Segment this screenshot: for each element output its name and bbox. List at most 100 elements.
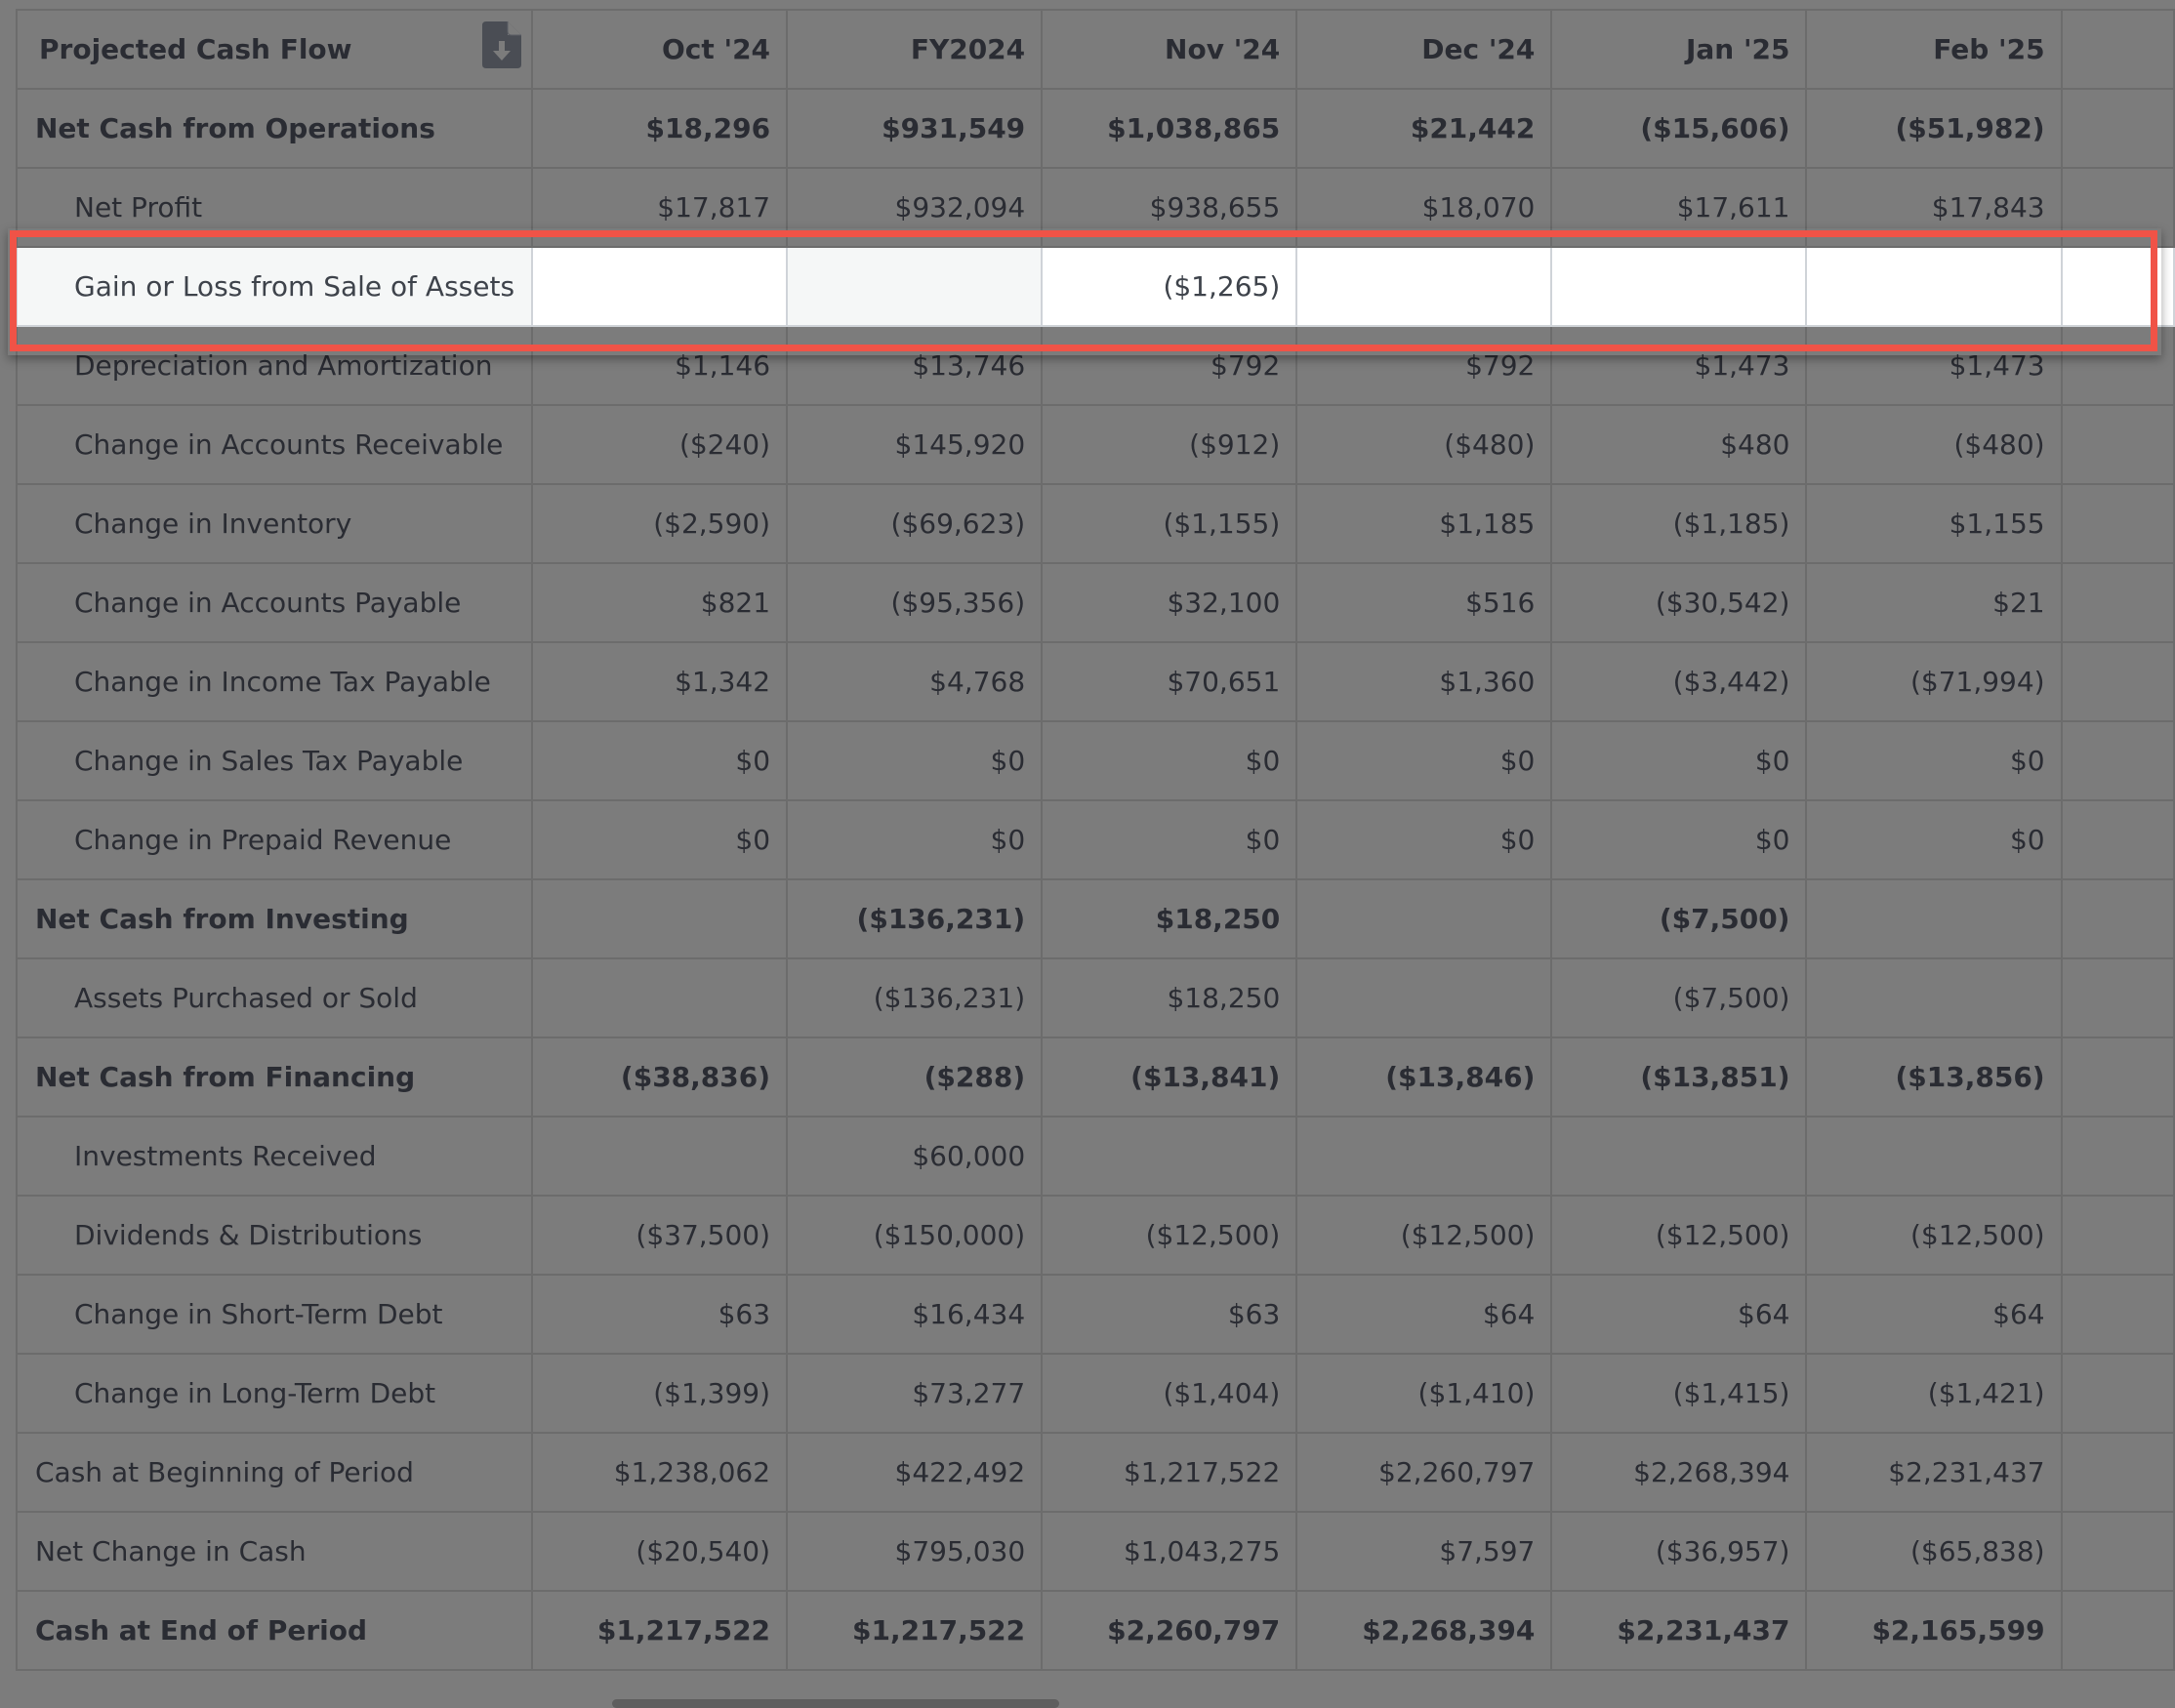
value-cell — [1550, 1116, 1808, 1197]
value-cell: $2,260,797 — [1041, 1590, 1298, 1671]
table-row[interactable]: Depreciation and Amortization $1,146 $13,7… — [16, 325, 2175, 406]
value-cell: ($65,838) — [1805, 1511, 2063, 1592]
value-cell: ($3,442) — [1550, 641, 1808, 722]
value-cell: $1,217,522 — [530, 1590, 789, 1671]
value-cell: ($13,856) — [1805, 1037, 2063, 1118]
table-row[interactable]: Cash at End of Period $1,217,522 $1,217,52… — [16, 1590, 2175, 1671]
value-cell: $821 — [530, 562, 789, 643]
row-label: Assets Purchased or Sold — [16, 957, 533, 1038]
value-cell: $2,165,599 — [1805, 1590, 2063, 1671]
overflow-cell — [2060, 1590, 2175, 1671]
table-row[interactable]: Dividends & Distributions ($37,500) ($150,… — [16, 1195, 2175, 1276]
value-cell: ($36,957) — [1550, 1511, 1808, 1592]
value-cell — [1295, 878, 1553, 959]
value-cell[interactable]: ($1,265) — [1041, 246, 1298, 327]
value-cell: $13,746 — [786, 325, 1044, 406]
value-cell: $21 — [1805, 562, 2063, 643]
table-row[interactable]: Change in Inventory ($2,590) ($69,623) ($1,… — [16, 483, 2175, 564]
table-row[interactable]: Net Profit $17,817 $932,094 $938,655 $18,070… — [16, 167, 2175, 248]
row-label: Cash at Beginning of Period — [16, 1432, 533, 1513]
row-label: Change in Long-Term Debt — [16, 1353, 533, 1434]
overflow-cell — [2060, 1195, 2175, 1276]
value-cell: $931,549 — [786, 88, 1044, 169]
table-row[interactable]: Net Cash from Operations $18,296 $931,549 $… — [16, 88, 2175, 169]
value-cell — [530, 957, 789, 1038]
value-cell: ($13,846) — [1295, 1037, 1553, 1118]
row-label: Change in Income Tax Payable — [16, 641, 533, 722]
table-row[interactable]: Net Change in Cash ($20,540) $795,030 $1,04… — [16, 1511, 2175, 1592]
row-label: Change in Accounts Receivable — [16, 404, 533, 485]
projected-cash-flow-table: Projected Cash Flow Oct '24 FY2024 Nov '… — [16, 9, 2175, 1671]
value-cell: $1,155 — [1805, 483, 2063, 564]
value-cell: $0 — [1041, 799, 1298, 880]
value-cell: ($13,851) — [1550, 1037, 1808, 1118]
value-cell: $18,250 — [1041, 957, 1298, 1038]
file-download-icon[interactable] — [481, 21, 521, 68]
value-cell: ($1,410) — [1295, 1353, 1553, 1434]
table-row[interactable]: Cash at Beginning of Period $1,238,062 $42… — [16, 1432, 2175, 1513]
value-cell: $2,231,437 — [1805, 1432, 2063, 1513]
value-cell: $1,342 — [530, 641, 789, 722]
table-row[interactable]: Change in Income Tax Payable $1,342 $4,768… — [16, 641, 2175, 722]
column-header[interactable]: FY2024 — [786, 9, 1044, 90]
column-header[interactable]: Oct '24 — [530, 9, 789, 90]
value-cell: $64 — [1295, 1274, 1553, 1355]
value-cell: ($136,231) — [786, 878, 1044, 959]
table-row[interactable]: Assets Purchased or Sold ($136,231) $18,25… — [16, 957, 2175, 1038]
column-header[interactable]: Feb '25 — [1805, 9, 2063, 90]
value-cell: ($69,623) — [786, 483, 1044, 564]
value-cell: $516 — [1295, 562, 1553, 643]
overflow-cell — [2060, 483, 2175, 564]
value-cell: ($71,994) — [1805, 641, 2063, 722]
overflow-cell — [2060, 641, 2175, 722]
value-cell: ($30,542) — [1550, 562, 1808, 643]
value-cell: ($12,500) — [1041, 1195, 1298, 1276]
row-label: Net Cash from Investing — [16, 878, 533, 959]
table-row[interactable]: Net Cash from Financing ($38,836) ($288) ($… — [16, 1037, 2175, 1118]
value-cell[interactable] — [1550, 246, 1808, 327]
value-cell: $792 — [1295, 325, 1553, 406]
table-row[interactable]: Change in Accounts Payable $821 ($95,356) $… — [16, 562, 2175, 643]
value-cell: $7,597 — [1295, 1511, 1553, 1592]
column-header[interactable]: Nov '24 — [1041, 9, 1298, 90]
value-cell: ($20,540) — [530, 1511, 789, 1592]
overflow-cell — [2060, 1037, 2175, 1118]
table-row[interactable]: Change in Sales Tax Payable $0 $0 $0 $0 $0 $0 — [16, 720, 2175, 801]
table-row[interactable]: Change in Accounts Receivable ($240) $145,… — [16, 404, 2175, 485]
value-cell: $0 — [530, 720, 789, 801]
table-row[interactable]: Net Cash from Investing ($136,231) $18,250… — [16, 878, 2175, 959]
value-cell: $17,611 — [1550, 167, 1808, 248]
table-row[interactable]: Change in Prepaid Revenue $0 $0 $0 $0 $0 $0 — [16, 799, 2175, 880]
value-cell: $0 — [1041, 720, 1298, 801]
overflow-cell — [2060, 562, 2175, 643]
value-cell: ($480) — [1805, 404, 2063, 485]
value-cell: $0 — [530, 799, 789, 880]
table-row-highlighted[interactable]: Gain or Loss from Sale of Assets ($1,265) — [16, 246, 2175, 327]
table-row[interactable]: Change in Long-Term Debt ($1,399) $73,277(… — [16, 1353, 2175, 1434]
value-cell: $63 — [1041, 1274, 1298, 1355]
value-cell[interactable] — [1295, 246, 1553, 327]
table-row[interactable]: Change in Short-Term Debt $63 $16,434 $63 $6… — [16, 1274, 2175, 1355]
value-cell[interactable] — [1805, 246, 2063, 327]
horizontal-scrollbar[interactable] — [612, 1699, 1059, 1708]
overflow-cell — [2060, 1116, 2175, 1197]
value-cell: $32,100 — [1041, 562, 1298, 643]
value-cell: ($1,155) — [1041, 483, 1298, 564]
row-label: Net Profit — [16, 167, 533, 248]
column-header[interactable]: Dec '24 — [1295, 9, 1553, 90]
value-cell[interactable] — [530, 246, 789, 327]
value-cell[interactable] — [786, 246, 1044, 327]
value-cell — [1295, 957, 1553, 1038]
value-cell: $70,651 — [1041, 641, 1298, 722]
value-cell — [1805, 878, 2063, 959]
value-cell: $0 — [1295, 720, 1553, 801]
cash-flow-view: Projected Cash Flow Oct '24 FY2024 Nov '… — [0, 0, 2175, 1708]
value-cell: $1,360 — [1295, 641, 1553, 722]
table-title: Projected Cash Flow — [39, 33, 352, 65]
column-header[interactable]: Jan '25 — [1550, 9, 1808, 90]
overflow-cell — [2060, 1511, 2175, 1592]
value-cell: ($51,982) — [1805, 88, 2063, 169]
table-row[interactable]: Investments Received $60,000 — [16, 1116, 2175, 1197]
row-label: Change in Short-Term Debt — [16, 1274, 533, 1355]
value-cell: $0 — [1805, 720, 2063, 801]
